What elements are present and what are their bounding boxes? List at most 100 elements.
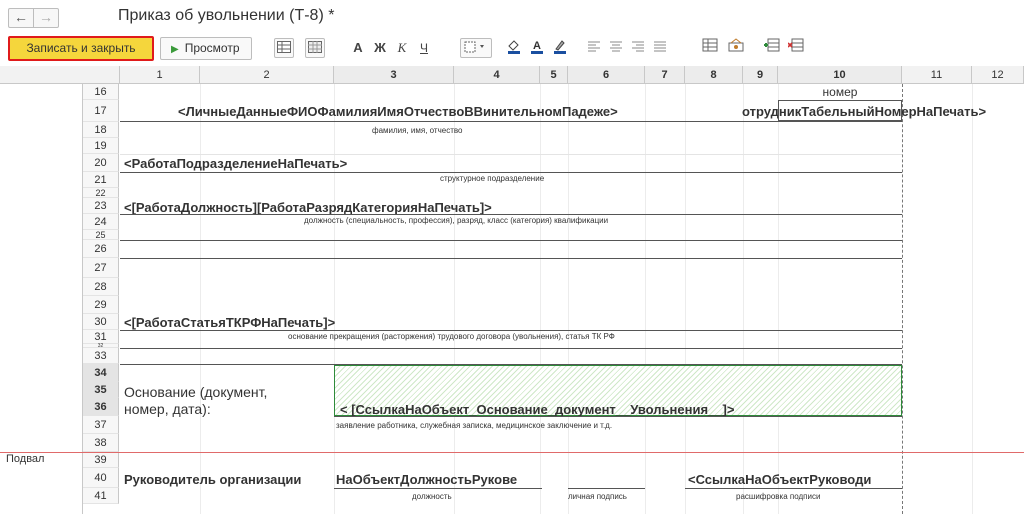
border-line <box>120 348 902 349</box>
column-header[interactable]: 6 <box>568 66 645 84</box>
align-justify-icon[interactable] <box>650 38 670 58</box>
row-header[interactable]: 28 <box>83 278 119 296</box>
preview-button[interactable]: ▶ Просмотр <box>160 37 252 60</box>
row-header[interactable]: 20 <box>83 154 119 172</box>
cell-basis-line2[interactable]: номер, дата): <box>124 401 211 417</box>
row-header[interactable]: 21 <box>83 172 119 188</box>
column-header[interactable]: 9 <box>743 66 778 84</box>
row-header[interactable]: 40 <box>83 468 119 488</box>
gridline <box>334 84 335 514</box>
row-header[interactable]: 25 <box>83 230 119 240</box>
row-header[interactable]: 39 <box>83 452 119 468</box>
column-header[interactable]: 3 <box>334 66 454 84</box>
column-header[interactable]: 4 <box>454 66 540 84</box>
border-line <box>334 488 542 489</box>
footer-group-label: Подвал <box>6 453 45 465</box>
align-center-icon[interactable] <box>606 38 626 58</box>
table-view-icon[interactable] <box>305 38 325 58</box>
caption-decode: расшифровка подписи <box>736 492 821 501</box>
cell-basis-line1[interactable]: Основание (документ, <box>124 384 267 400</box>
align-right-icon[interactable] <box>628 38 648 58</box>
row-header[interactable]: 38 <box>83 434 119 452</box>
text-color-icon[interactable]: A <box>527 38 547 58</box>
column-header[interactable]: 1 <box>120 66 200 84</box>
gridline <box>120 154 902 155</box>
merge-cells-icon[interactable] <box>700 38 720 58</box>
forward-button[interactable]: → <box>33 8 59 28</box>
row-header[interactable]: 29 <box>83 296 119 314</box>
spreadsheet-grid[interactable]: 1 2 3 4 5 6 7 8 9 10 11 12 Подвал 16 17 … <box>0 66 1024 514</box>
gridline <box>972 84 973 514</box>
group-column <box>0 84 83 514</box>
row-header[interactable]: 23 <box>83 198 119 214</box>
caption-head-position: должность <box>412 492 452 501</box>
cell-head-label[interactable]: Руководитель организации <box>124 472 301 487</box>
column-header[interactable]: 11 <box>902 66 972 84</box>
caption-position: должность (специальность, профессия), ра… <box>304 216 609 225</box>
cell-head-manager-clip: <СсылкаНаОбъектРуководи <box>685 468 902 488</box>
row-header[interactable]: 33 <box>83 348 119 364</box>
border-line <box>334 416 902 417</box>
cell-basis-link[interactable]: < [СсылкаНаОбъект_Основание_документ__Ув… <box>340 402 734 417</box>
bold-button[interactable]: Ж <box>370 38 390 58</box>
row-header[interactable]: 17 <box>83 100 119 122</box>
column-header[interactable]: 10 <box>778 66 902 84</box>
gridline <box>645 84 646 514</box>
caption-basis: заявление работника, служебная записка, … <box>336 421 613 430</box>
cell-properties-icon[interactable] <box>726 38 746 58</box>
row-header[interactable]: 19 <box>83 138 119 154</box>
underline-button[interactable]: Ч <box>414 38 434 58</box>
row-header[interactable]: 34 <box>83 364 119 382</box>
cell-department[interactable]: <РаботаПодразделениеНаПечать> <box>124 156 347 171</box>
row-header[interactable]: 27 <box>83 258 119 278</box>
caption-fio: фамилия, имя, отчество <box>372 126 463 135</box>
svg-text:A: A <box>533 40 541 52</box>
cell-head-manager[interactable]: <СсылкаНаОбъектРуководи <box>688 472 871 487</box>
gridline <box>454 84 455 514</box>
row-header[interactable]: 37 <box>83 416 119 434</box>
row-header[interactable]: 26 <box>83 240 119 258</box>
cell-article[interactable]: <[РаботаСтатьяТКРФНаПечать]> <box>124 315 335 330</box>
column-header[interactable]: 7 <box>645 66 685 84</box>
toolbar: Записать и закрыть ▶ Просмотр А Ж К Ч A <box>0 34 1024 64</box>
row-header[interactable]: 36 <box>83 398 119 416</box>
cell-head-position[interactable]: НаОбъектДолжностьРукове <box>336 472 517 487</box>
gridline <box>743 84 744 514</box>
cell-position[interactable]: <[РаботаДолжность][РаботаРазрядКатегория… <box>124 200 492 215</box>
window-title: Приказ об увольнении (Т-8) * <box>118 7 335 24</box>
row-header[interactable]: 41 <box>83 488 119 504</box>
column-header[interactable]: 2 <box>200 66 334 84</box>
row-header[interactable]: 31 <box>83 330 119 344</box>
gridline <box>540 84 541 514</box>
gridline <box>200 84 201 514</box>
column-header[interactable]: 5 <box>540 66 568 84</box>
back-button[interactable]: ← <box>8 8 34 28</box>
column-header[interactable]: 12 <box>972 66 1024 84</box>
save-and-close-button[interactable]: Записать и закрыть <box>8 36 154 61</box>
cell-employee-fio[interactable]: <ЛичныеДанныеФИОФамилияИмяОтчествоВВинит… <box>178 104 618 119</box>
caption-signature: личная подпись <box>568 492 627 501</box>
cell-number-label[interactable]: номер <box>778 85 902 99</box>
align-left-icon[interactable] <box>584 38 604 58</box>
row-header[interactable]: 30 <box>83 314 119 330</box>
border-line <box>120 258 902 259</box>
delete-rows-icon[interactable] <box>786 38 806 58</box>
insert-rows-icon[interactable] <box>762 38 782 58</box>
row-header[interactable]: 35 <box>83 382 119 398</box>
border-line <box>120 121 902 122</box>
row-header[interactable]: 16 <box>83 84 119 100</box>
borders-dropdown[interactable] <box>460 38 492 58</box>
font-a-button[interactable]: А <box>348 38 368 58</box>
grid-view-icon[interactable] <box>274 38 294 58</box>
tab-number-box <box>778 100 902 121</box>
row-header[interactable]: 24 <box>83 214 119 230</box>
fill-color-icon[interactable] <box>504 38 524 58</box>
highlight-icon[interactable] <box>550 38 570 58</box>
row-header[interactable]: 18 <box>83 122 119 138</box>
border-line <box>568 488 645 489</box>
gridline <box>568 84 569 514</box>
cell-head-position-clip: НаОбъектДолжностьРукове <box>334 468 542 488</box>
column-header[interactable]: 8 <box>685 66 743 84</box>
row-header[interactable]: 22 <box>83 188 119 198</box>
italic-button[interactable]: К <box>392 38 412 58</box>
